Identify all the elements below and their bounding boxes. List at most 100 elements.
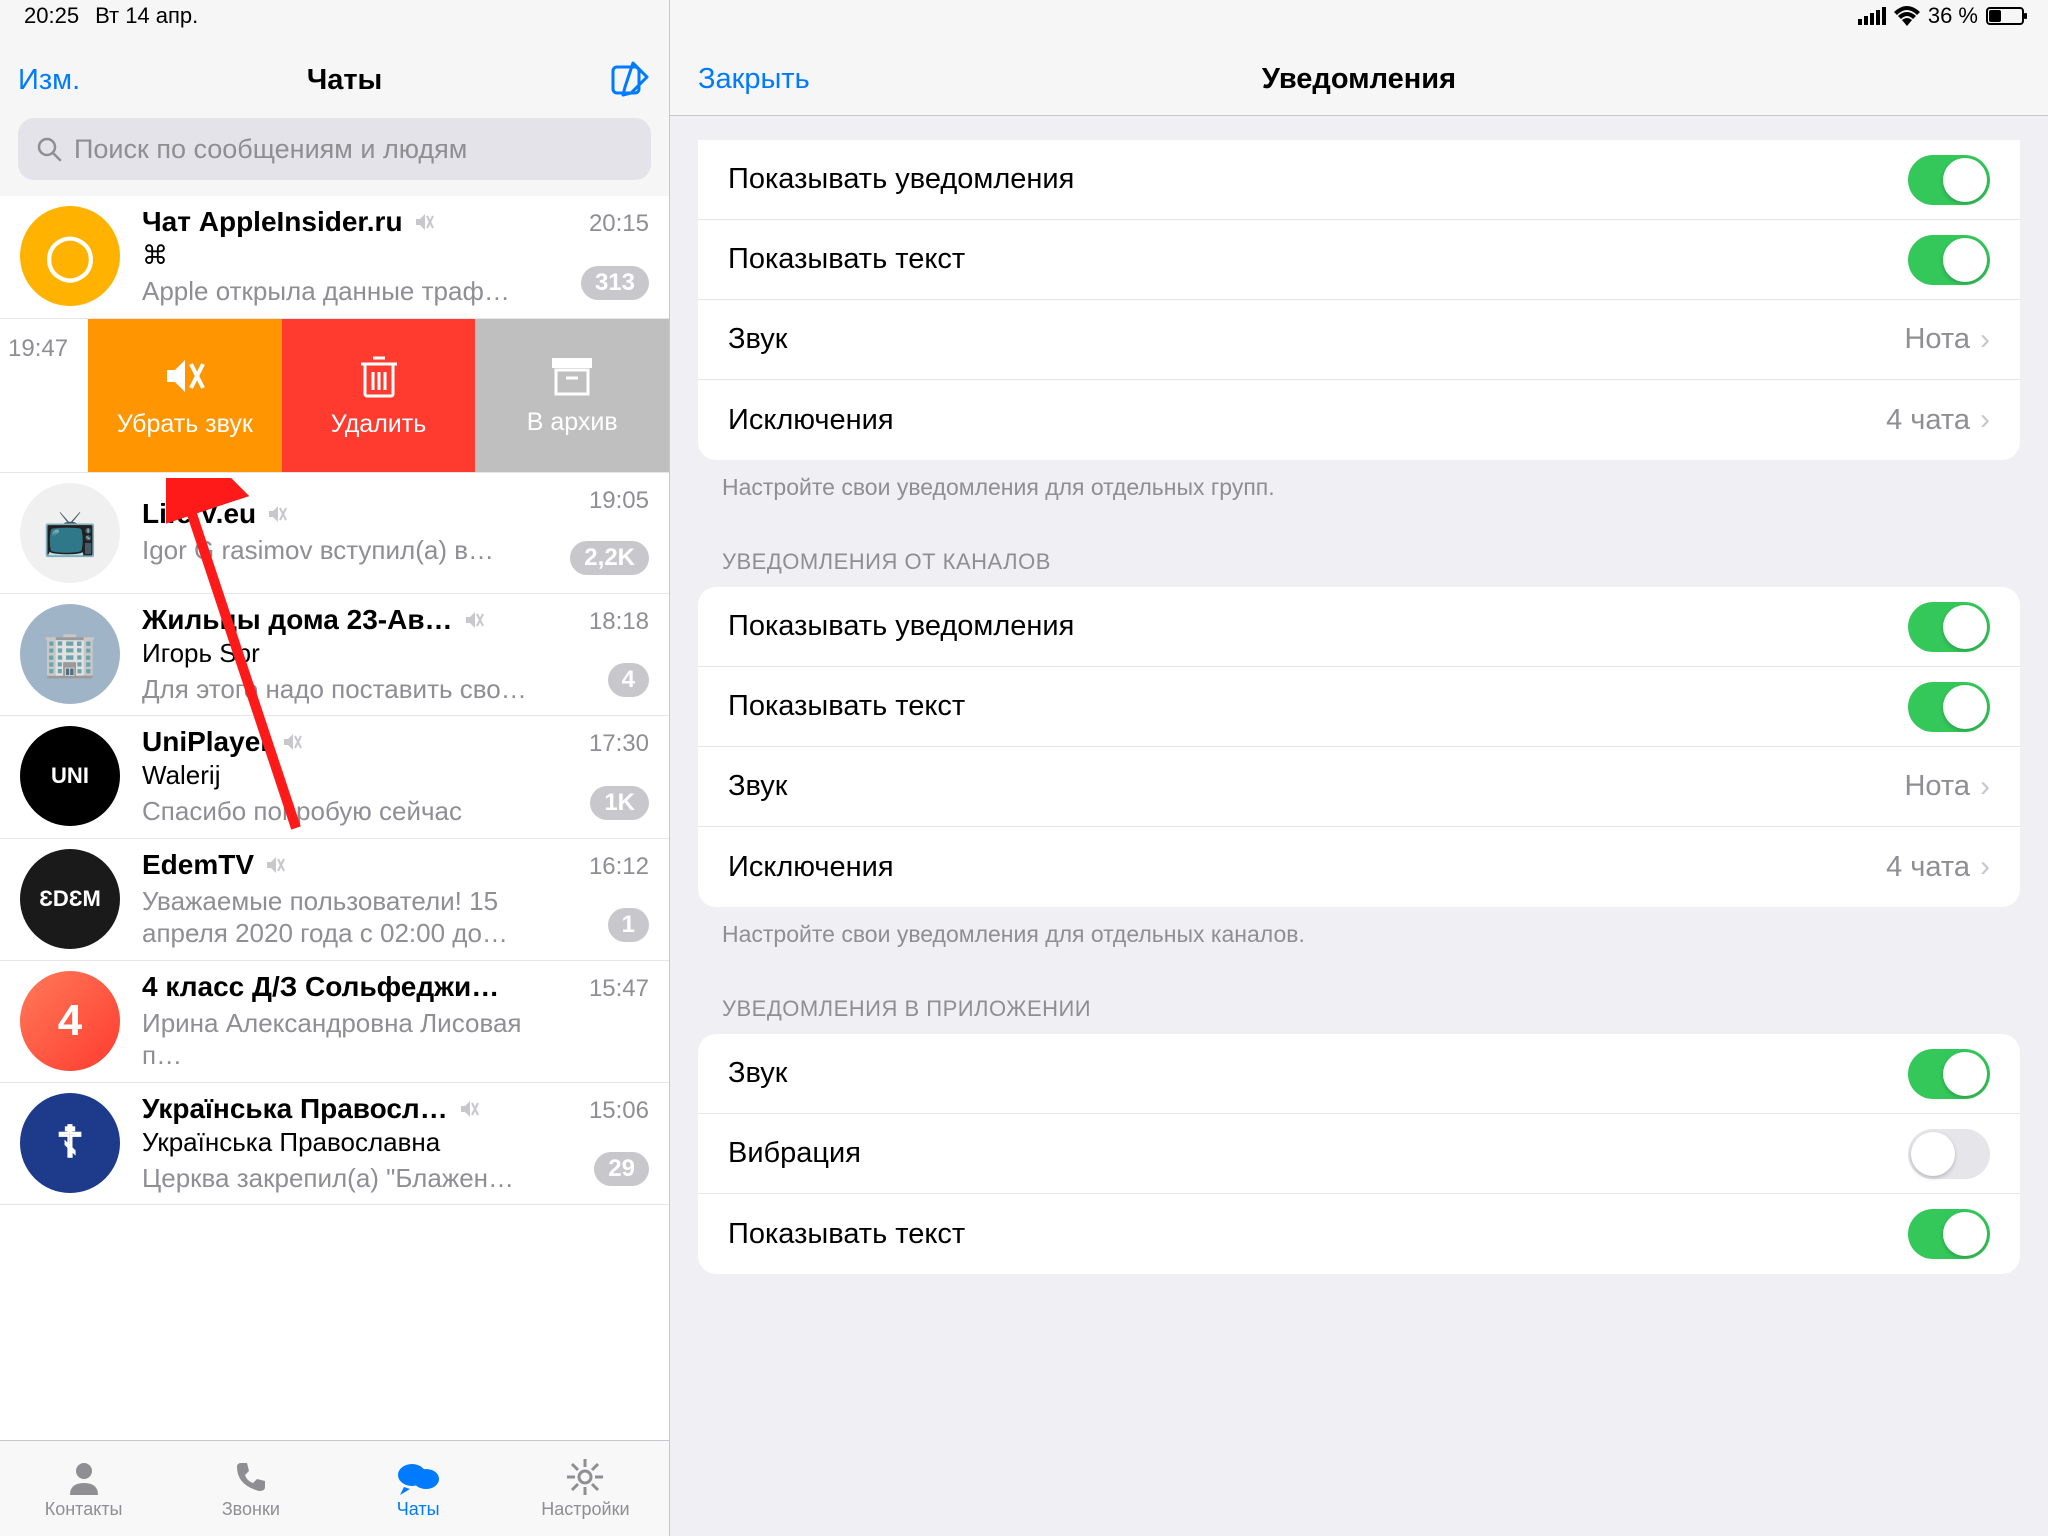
chat-row[interactable]: ◯ Чат AppleInsider.ru⌘ Apple открыла данны… [0, 196, 669, 319]
cellular-icon [1858, 7, 1886, 25]
group-footer: Настройте свои уведомления для отдельных… [670, 460, 2048, 501]
row-show-notifications[interactable]: Показывать уведомления [698, 587, 2020, 667]
chat-row[interactable]: ☦Українська Правосл…Українська Православ… [0, 1083, 669, 1206]
avatar: 4 [20, 971, 120, 1071]
chats-title: Чаты [307, 64, 382, 97]
chevron-right-icon: › [1980, 850, 1990, 884]
toggle-on[interactable] [1908, 155, 1990, 205]
battery-icon [1986, 7, 2024, 25]
swipe-archive-button[interactable]: В архив [475, 319, 669, 472]
chat-time: 19:05 [589, 487, 649, 515]
muted-icon [281, 731, 303, 753]
toggle-on[interactable] [1908, 1209, 1990, 1259]
chat-preview: Ирина Александровна Лисовая п… [142, 1007, 542, 1072]
tab-bar: Контакты Звонки Чаты Настройки [0, 1440, 669, 1536]
swipe-actions: 19:47Убрать звукУдалитьВ архив [0, 319, 669, 473]
avatar: ☦ [20, 1093, 120, 1193]
section-header-channels: УВЕДОМЛЕНИЯ ОТ КАНАЛОВ [670, 501, 2048, 587]
search-icon [36, 136, 62, 162]
avatar: 📺 [20, 483, 120, 583]
muted-icon [463, 609, 485, 631]
row-vibration[interactable]: Вибрация [698, 1114, 2020, 1194]
chat-sender: ⌘ [142, 240, 651, 271]
chats-sidebar: Изм. Чаты Поиск по сообщениям и людям ◯ Ч… [0, 0, 670, 1536]
chat-name: Life V.eu [142, 498, 256, 530]
chevron-right-icon: › [1980, 770, 1990, 804]
tab-contacts[interactable]: Контакты [0, 1441, 167, 1536]
chat-time: 18:18 [589, 608, 649, 636]
chat-name: Чат AppleInsider.ru [142, 206, 403, 238]
status-date: Вт 14 апр. [95, 3, 198, 29]
battery-percent: 36 % [1928, 3, 1978, 29]
unread-badge: 1 [608, 908, 649, 942]
chat-preview: Уважаемые пользователи! 15 апреля 2020 г… [142, 885, 542, 950]
status-bar: 20:25 Вт 14 апр. 36 % [0, 0, 2048, 32]
swipe-delete-button[interactable]: Удалить [282, 319, 476, 472]
muted-icon [266, 503, 288, 525]
compose-button[interactable] [609, 59, 651, 101]
search-input[interactable]: Поиск по сообщениям и людям [18, 118, 651, 180]
avatar: ƐDƐM [20, 849, 120, 949]
row-show-text[interactable]: Показывать текст [698, 667, 2020, 747]
toggle-on[interactable] [1908, 235, 1990, 285]
notifications-settings: Закрыть Уведомления Показывать уведомлен… [670, 0, 2048, 1536]
row-sound[interactable]: ЗвукНота› [698, 300, 2020, 380]
status-time: 20:25 [24, 3, 79, 29]
unread-badge: 2,2K [570, 541, 649, 575]
chat-row[interactable]: ƐDƐM EdemTV Уважаемые пользователи! 15 апр… [0, 839, 669, 961]
avatar: ◯ [20, 206, 120, 306]
tab-chats[interactable]: Чаты [335, 1441, 502, 1536]
chat-name: 4 класс Д/З Сольфеджи… [142, 971, 499, 1003]
swipe-mute-button[interactable]: Убрать звук [88, 319, 282, 472]
row-show-text-inapp[interactable]: Показывать текст [698, 1194, 2020, 1274]
row-show-text[interactable]: Показывать текст [698, 220, 2020, 300]
unread-badge: 29 [594, 1152, 649, 1186]
avatar: 🏢 [20, 604, 120, 704]
row-sound-inapp[interactable]: Звук [698, 1034, 2020, 1114]
chat-row[interactable]: 🏢Жильцы дома 23-Ав…Игорь SprДля этого на… [0, 594, 669, 717]
chevron-right-icon: › [1980, 323, 1990, 357]
chat-name: EdemTV [142, 849, 254, 881]
chat-name: Українська Правосл… [142, 1093, 448, 1125]
chat-preview: Спасибо попробую сейчас [142, 795, 542, 828]
toggle-on[interactable] [1908, 682, 1990, 732]
search-placeholder: Поиск по сообщениям и людям [74, 134, 467, 165]
group-footer: Настройте свои уведомления для отдельных… [670, 907, 2048, 948]
chat-time: 16:12 [589, 853, 649, 881]
edit-button[interactable]: Изм. [18, 64, 80, 97]
toggle-on[interactable] [1908, 602, 1990, 652]
chat-name: Жильцы дома 23-Ав… [142, 604, 453, 636]
chat-name: UniPlayer [142, 726, 271, 758]
toggle-on[interactable] [1908, 1049, 1990, 1099]
chat-time: 20:15 [589, 210, 649, 238]
chat-preview: Igor G rasimov вступил(а) в… [142, 534, 542, 567]
tab-calls[interactable]: Звонки [167, 1441, 334, 1536]
muted-icon [458, 1098, 480, 1120]
chevron-right-icon: › [1980, 403, 1990, 437]
group-inapp: Звук Вибрация Показывать текст [698, 1034, 2020, 1274]
row-sound[interactable]: ЗвукНота› [698, 747, 2020, 827]
chat-row[interactable]: 4 4 класс Д/З Сольфеджи… Ирина Александров… [0, 961, 669, 1083]
group-notifications-channels: Показывать уведомления Показывать текст … [698, 587, 2020, 907]
chat-time: 19:47 [0, 319, 88, 472]
muted-icon [413, 211, 435, 233]
chat-sender: Игорь Spr [142, 638, 651, 669]
avatar: UNI [20, 726, 120, 826]
tab-settings[interactable]: Настройки [502, 1441, 669, 1536]
muted-icon [264, 854, 286, 876]
toggle-off[interactable] [1908, 1129, 1990, 1179]
unread-badge: 1K [590, 786, 649, 820]
unread-badge: 313 [581, 266, 649, 300]
chat-time: 15:47 [589, 975, 649, 1003]
close-button[interactable]: Закрыть [670, 63, 810, 96]
chat-list[interactable]: ◯ Чат AppleInsider.ru⌘ Apple открыла данны… [0, 196, 669, 1440]
row-exceptions[interactable]: Исключения4 чата› [698, 827, 2020, 907]
chat-row[interactable]: UNIUniPlayerWalerijСпасибо попробую сейч… [0, 716, 669, 839]
chat-preview: Apple открыла данные траф… [142, 275, 542, 308]
unread-badge: 4 [608, 663, 649, 697]
row-exceptions[interactable]: Исключения4 чата› [698, 380, 2020, 460]
chat-row[interactable]: 📺 Life V.eu Igor G rasimov вступил(а) в… 19… [0, 473, 669, 594]
row-show-notifications[interactable]: Показывать уведомления [698, 140, 2020, 220]
chat-time: 17:30 [589, 730, 649, 758]
wifi-icon [1894, 6, 1920, 26]
